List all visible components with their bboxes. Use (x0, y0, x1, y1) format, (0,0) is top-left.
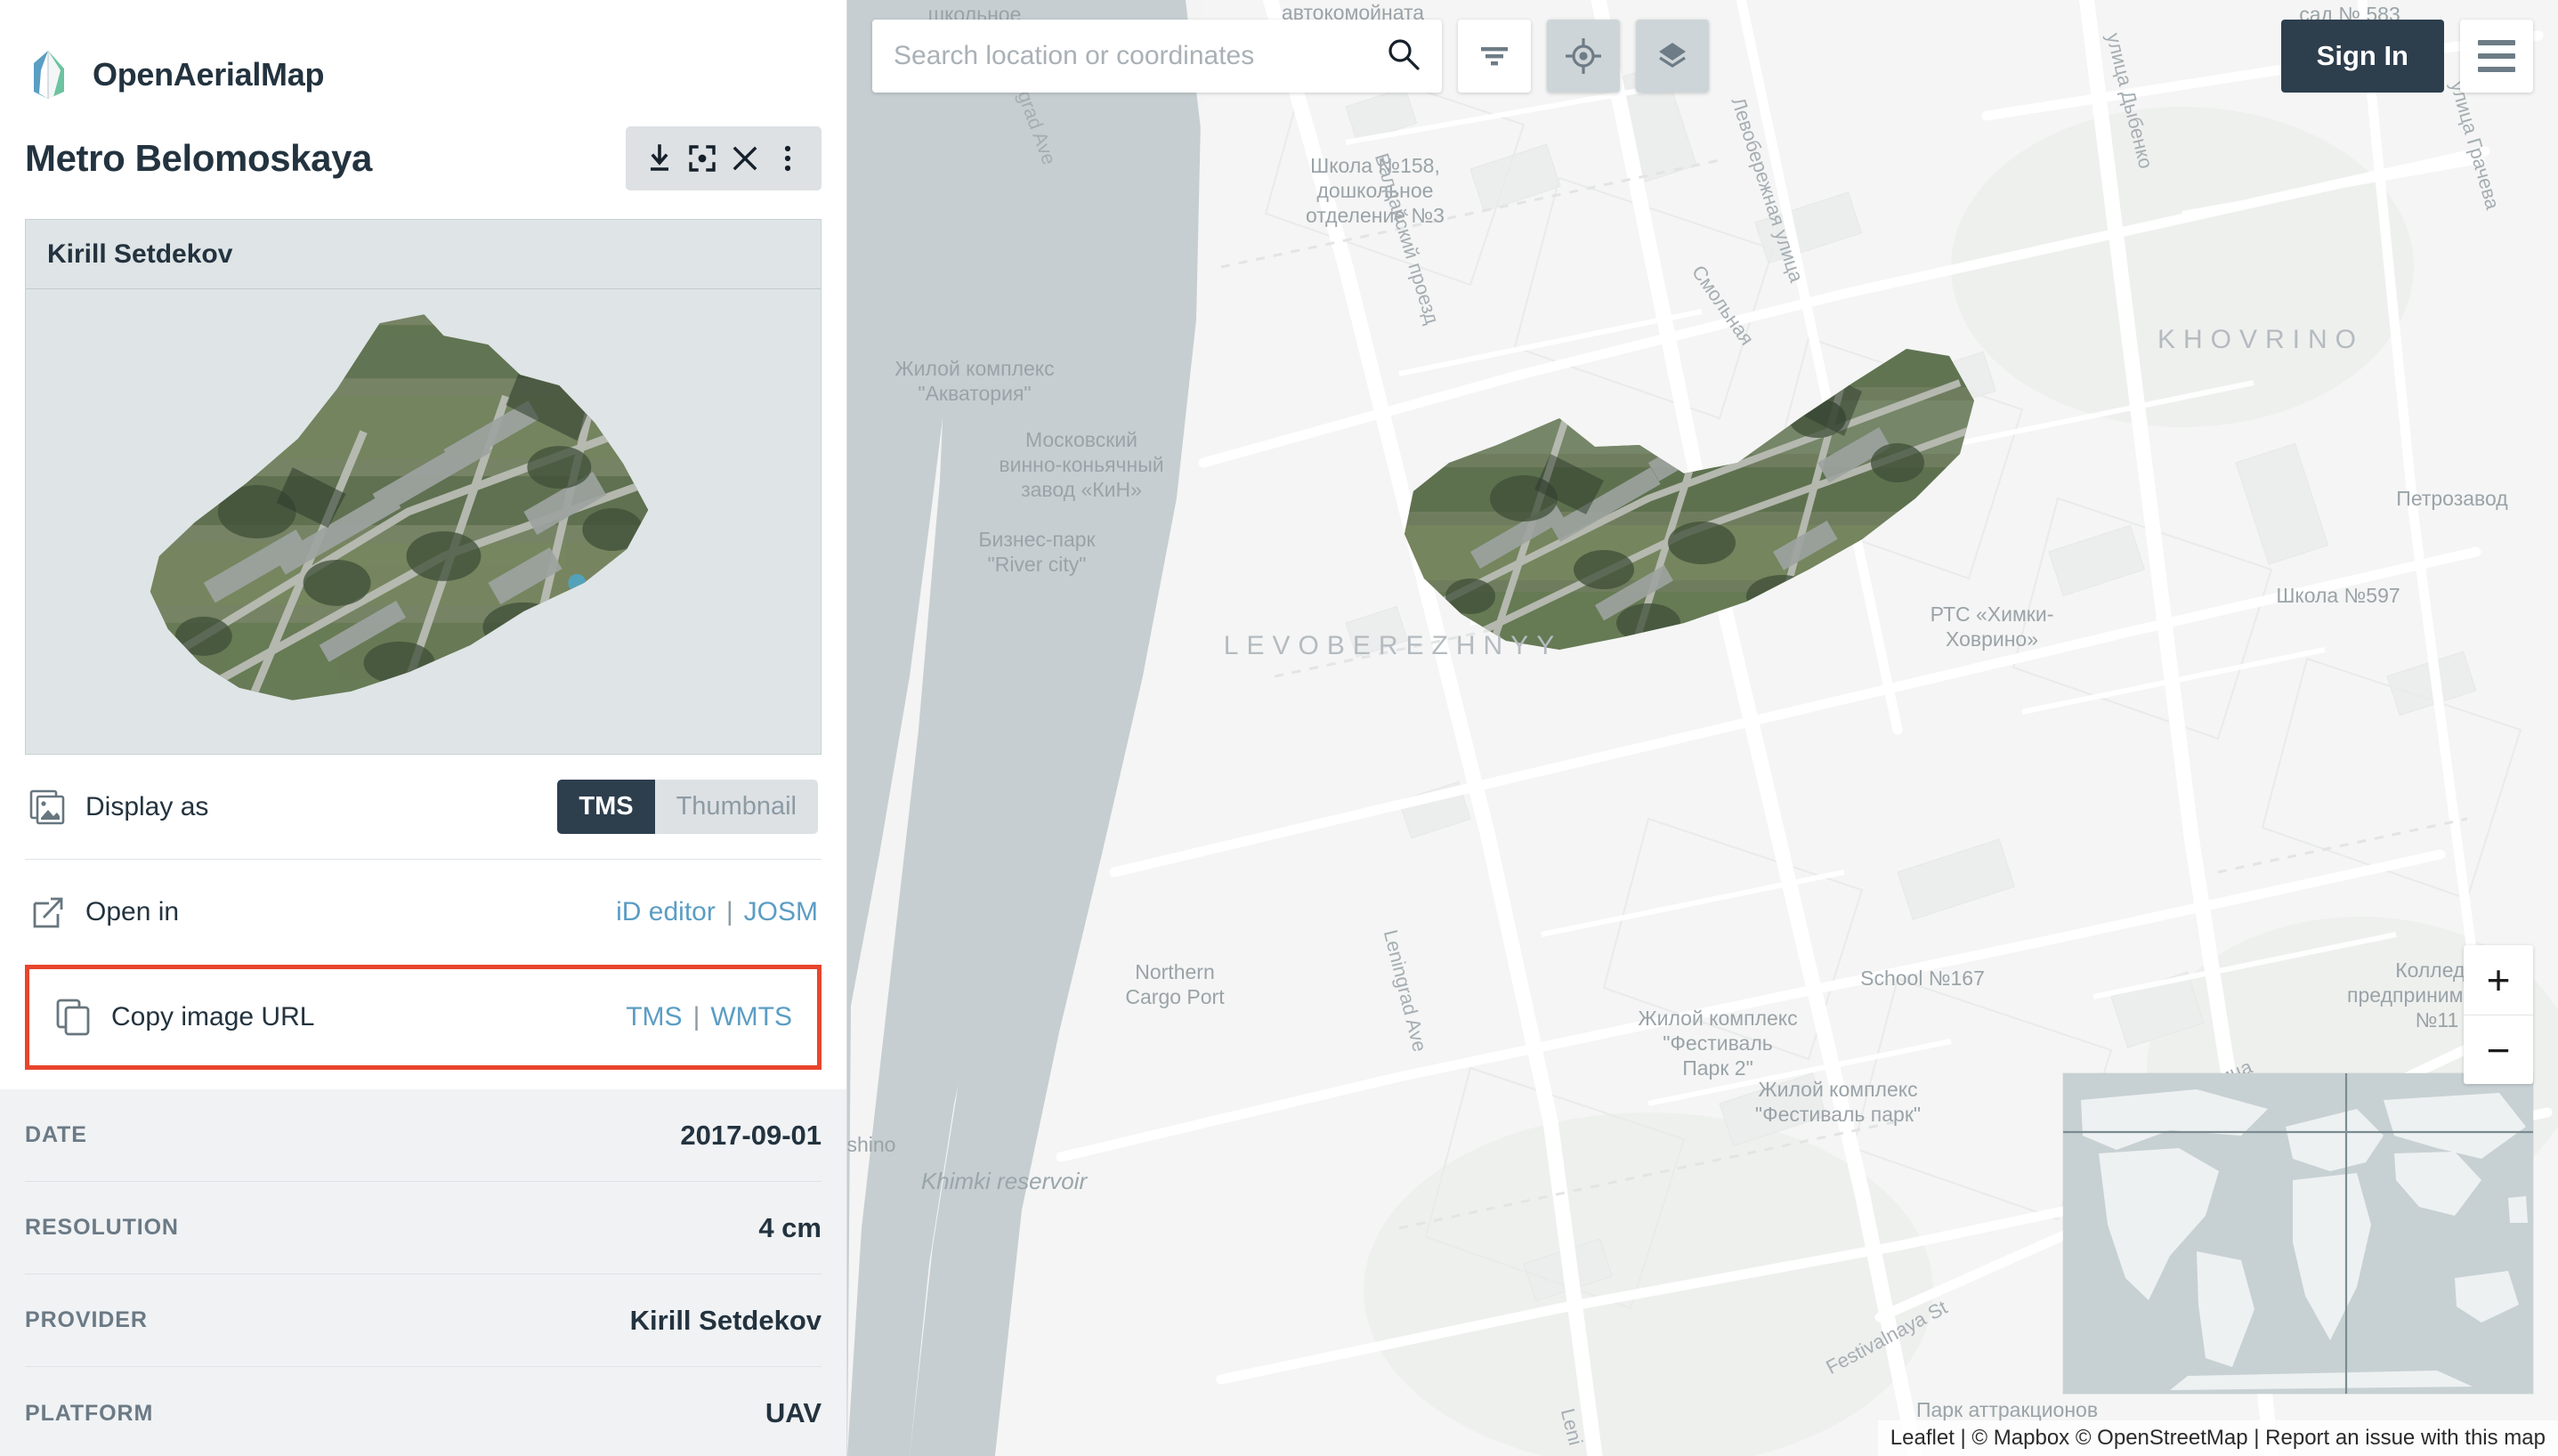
row-display-as: Display as TMS Thumbnail (25, 755, 822, 860)
row-open-in: Open in iD editor | JOSM (25, 860, 822, 965)
hamburger-icon-line (2478, 67, 2515, 72)
aerial-footprint-icon (150, 314, 649, 700)
layers-button[interactable] (1636, 20, 1709, 93)
zoom-out-button[interactable]: − (2464, 1015, 2533, 1084)
filter-button[interactable] (1458, 20, 1531, 93)
imagery-thumbnail[interactable] (26, 289, 821, 754)
download-icon (651, 144, 668, 171)
link-separator: | (725, 897, 733, 926)
row-copy-image-url[interactable]: Copy image URL TMS | WMTS (25, 965, 822, 1070)
metadata-row: PLATFORM UAV (25, 1367, 822, 1456)
locate-button[interactable] (1547, 20, 1620, 93)
download-button[interactable] (638, 135, 681, 182)
link-copy-tms[interactable]: TMS (626, 1002, 682, 1032)
link-copy-wmts[interactable]: WMTS (710, 1002, 792, 1032)
close-icon (733, 146, 757, 171)
metadata-list: DATE 2017-09-01 RESOLUTION 4 cm PROVIDER… (0, 1089, 846, 1456)
hamburger-icon-line (2478, 40, 2515, 45)
row-label-display-as: Display as (85, 791, 209, 821)
row-label-open-in: Open in (85, 897, 180, 926)
metadata-key: DATE (25, 1122, 87, 1147)
app-root: OpenAerialMap Metro Belomoskaya Kirill S… (0, 0, 2558, 1456)
image-stack-icon (28, 789, 66, 826)
search-box[interactable] (872, 20, 1442, 93)
filter-icon (1481, 47, 1508, 66)
hamburger-icon-line (2478, 53, 2515, 59)
search-input[interactable] (894, 41, 1387, 71)
toggle-thumbnail[interactable]: Thumbnail (654, 780, 818, 834)
map-attribution[interactable]: Leaflet | © Mapbox © OpenStreetMap | Rep… (1877, 1420, 2558, 1456)
metadata-value: 2017-09-01 (680, 1119, 822, 1151)
center-focus-button[interactable] (681, 135, 724, 182)
map-top-right-controls: Sign In (2280, 20, 2533, 93)
zoom-in-button[interactable]: + (2464, 945, 2533, 1015)
zoom-controls: + − (2464, 945, 2533, 1084)
imagery-card: Kirill Setdekov (25, 219, 822, 755)
sign-in-button[interactable]: Sign In (2280, 20, 2444, 93)
search-icon[interactable] (1387, 37, 1421, 76)
paper-plane-logo-icon (25, 47, 75, 102)
metadata-row: DATE 2017-09-01 (25, 1089, 822, 1182)
display-as-toggle: TMS Thumbnail (557, 780, 818, 834)
link-id-editor[interactable]: iD editor (616, 897, 716, 927)
metadata-value: Kirill Setdekov (629, 1304, 822, 1336)
map-area[interactable]: школьное автокомойната сад № 583 Школа №158… (847, 0, 2558, 1456)
metadata-value: 4 cm (758, 1211, 822, 1243)
center-focus-icon (689, 145, 716, 172)
crosshair-icon (1566, 38, 1601, 74)
external-link-icon (28, 894, 66, 931)
metadata-row: RESOLUTION 4 cm (25, 1182, 822, 1274)
title-row: Metro Belomoskaya (0, 116, 846, 201)
world-minimap-icon (2063, 1073, 2533, 1394)
kebab-menu-icon (784, 145, 791, 172)
toggle-tms[interactable]: TMS (557, 780, 655, 834)
metadata-key: PLATFORM (25, 1400, 154, 1426)
action-rows: Display as TMS Thumbnail Open in iD edit… (25, 755, 822, 965)
metadata-row: PROVIDER Kirill Setdekov (25, 1274, 822, 1367)
brand[interactable]: OpenAerialMap (0, 0, 846, 116)
close-button[interactable] (724, 135, 766, 182)
world-minimap[interactable] (2063, 1073, 2533, 1394)
link-josm[interactable]: JOSM (744, 897, 818, 927)
copy-icon (54, 999, 92, 1036)
layers-icon (1659, 43, 1686, 68)
metadata-key: PROVIDER (25, 1307, 148, 1332)
brand-name: OpenAerialMap (93, 56, 325, 93)
more-options-button[interactable] (766, 135, 809, 182)
title-actions (626, 126, 822, 190)
row-label-copy-url: Copy image URL (111, 1002, 315, 1031)
page-title: Metro Belomoskaya (25, 137, 373, 179)
hamburger-menu-button[interactable] (2460, 20, 2533, 93)
sidebar: OpenAerialMap Metro Belomoskaya Kirill S… (0, 0, 847, 1456)
metadata-key: RESOLUTION (25, 1215, 179, 1240)
map-top-controls (872, 20, 1709, 93)
copy-link-separator: | (692, 1002, 700, 1031)
imagery-author: Kirill Setdekov (26, 220, 821, 289)
metadata-value: UAV (765, 1397, 822, 1428)
